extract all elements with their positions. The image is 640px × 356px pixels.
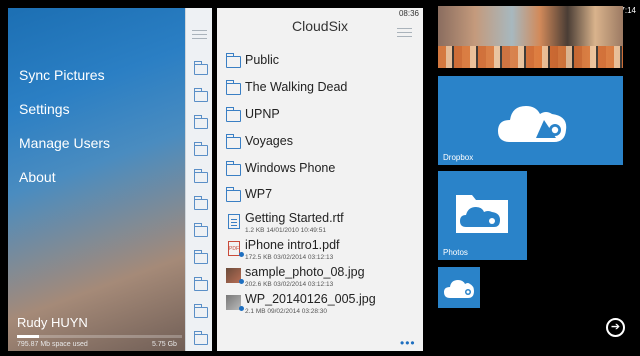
file-name: UPNP <box>245 106 280 121</box>
file-name: sample_photo_08.jpg <box>245 265 365 280</box>
menu-item-manage-users[interactable]: Manage Users <box>19 126 110 160</box>
file-meta: 2.1 MB 09/02/2014 03:28:30 <box>245 308 328 316</box>
cloud-icon <box>444 280 474 298</box>
folder-icon <box>226 160 241 176</box>
file-list-panel: 08:36 CloudSix Public The Walking Dead U… <box>217 8 423 351</box>
storage-used-text: 795.87 Mb space used <box>17 341 88 348</box>
file-name: Voyages <box>245 133 293 148</box>
menu-item-sync-pictures[interactable]: Sync Pictures <box>19 58 110 92</box>
sync-status-icon <box>239 252 244 258</box>
folder-icon <box>194 331 208 345</box>
file-row-windows-phone[interactable]: Windows Phone <box>217 157 423 184</box>
folder-icon <box>194 88 208 102</box>
file-meta: 202.6 KB 03/02/2014 03:12:13 <box>245 281 334 289</box>
document-icon <box>228 214 240 230</box>
file-row-sample-photo[interactable]: sample_photo_08.jpg 202.6 KB 03/02/2014 … <box>217 264 423 291</box>
photo-image <box>438 46 623 68</box>
file-row-public[interactable]: Public <box>217 49 423 76</box>
file-meta: 172.5 KB 03/02/2014 03:12:13 <box>245 254 334 262</box>
file-name: WP_20140126_005.jpg <box>245 292 376 307</box>
folder-cloud-icon <box>456 195 508 233</box>
folder-icon <box>226 79 241 95</box>
hamburger-icon[interactable] <box>397 28 412 37</box>
file-meta: 1.2 KB 14/01/2010 10:49:51 <box>245 227 326 235</box>
file-name: The Walking Dead <box>245 79 348 94</box>
collapsed-file-strip[interactable] <box>185 8 212 351</box>
status-clock: 08:36 <box>398 9 419 18</box>
file-row-the-walking-dead[interactable]: The Walking Dead <box>217 76 423 103</box>
app-title: CloudSix <box>291 18 349 34</box>
folder-icon <box>194 277 208 291</box>
file-row-getting-started[interactable]: Getting Started.rtf 1.2 KB 14/01/2010 10… <box>217 210 423 237</box>
file-name: Windows Phone <box>245 160 336 175</box>
dropbox-tile-label: Dropbox <box>443 153 474 162</box>
photos-tile-label: Photos <box>443 248 468 257</box>
hamburger-icon[interactable] <box>192 30 207 39</box>
folder-icon <box>194 223 208 237</box>
file-name: iPhone intro1.pdf <box>245 238 340 253</box>
file-row-iphone-intro[interactable]: iPhone intro1.pdf 172.5 KB 03/02/2014 03… <box>217 237 423 264</box>
small-app-tile[interactable] <box>438 267 480 308</box>
storage-total-text: 5.75 Gb <box>152 341 177 348</box>
file-row-voyages[interactable]: Voyages <box>217 130 423 157</box>
menu-item-about[interactable]: About <box>19 160 110 194</box>
file-name: Getting Started.rtf <box>245 211 344 226</box>
sync-status-icon <box>239 306 244 312</box>
photo-tile[interactable] <box>438 6 623 68</box>
start-screen-panel: 17:14 Dropbox Photos ➔ <box>428 0 640 356</box>
more-options-button[interactable]: ••• <box>400 336 416 350</box>
cloud-icon <box>498 106 567 142</box>
side-menu-panel: Sync Pictures Settings Manage Users Abou… <box>8 8 212 351</box>
storage-progress-fill <box>17 335 40 338</box>
file-row-upnp[interactable]: UPNP <box>217 103 423 130</box>
all-apps-arrow-button[interactable]: ➔ <box>606 318 625 337</box>
folder-icon <box>226 187 241 203</box>
folder-icon <box>226 106 241 122</box>
dropbox-tile[interactable]: Dropbox <box>438 76 623 165</box>
folder-icon <box>194 196 208 210</box>
folder-icon <box>194 169 208 183</box>
menu-list: Sync Pictures Settings Manage Users Abou… <box>19 58 110 194</box>
file-row-wp-20140126[interactable]: WP_20140126_005.jpg 2.1 MB 09/02/2014 03… <box>217 291 423 318</box>
folder-icon <box>226 133 241 149</box>
file-name: WP7 <box>245 187 273 202</box>
file-row-wp7[interactable]: WP7 <box>217 183 423 210</box>
file-name: Public <box>245 53 280 67</box>
folder-icon <box>226 53 241 68</box>
folder-icon <box>194 142 208 156</box>
menu-item-settings[interactable]: Settings <box>19 92 110 126</box>
storage-progress-bar <box>17 335 182 338</box>
folder-icon <box>194 115 208 129</box>
photos-tile[interactable]: Photos <box>438 171 527 260</box>
folder-icon <box>194 61 208 75</box>
user-name: Rudy HUYN <box>17 315 88 330</box>
sync-status-icon <box>239 279 244 285</box>
folder-icon <box>194 304 208 318</box>
folder-icon <box>194 250 208 264</box>
file-list: Public The Walking Dead UPNP Voyages Win… <box>217 49 423 318</box>
